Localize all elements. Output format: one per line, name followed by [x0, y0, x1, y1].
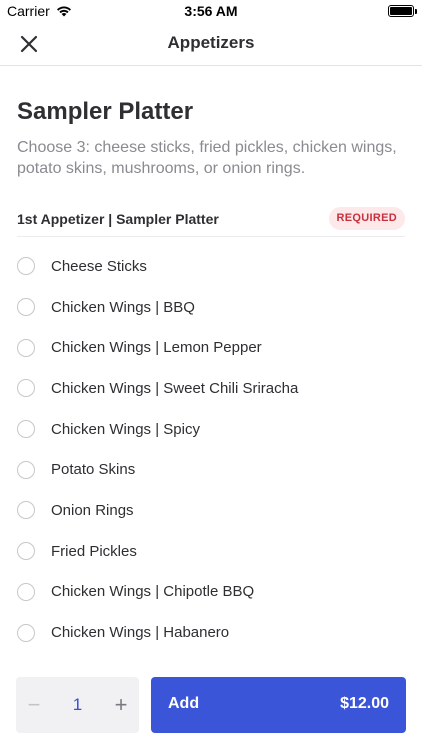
section-header: 1st Appetizer | Sampler Platter REQUIRED — [17, 203, 405, 237]
order-footer: − 1 + Add $12.00 — [0, 660, 422, 750]
option-label: Chicken Wings | Chipotle BBQ — [51, 583, 255, 601]
option-row[interactable]: Chicken Wings | BBQ — [17, 287, 405, 328]
option-label: Fried Pickles — [51, 542, 137, 560]
add-price: $12.00 — [340, 695, 389, 712]
option-row[interactable]: Onion Rings — [17, 490, 405, 531]
option-label: Chicken Wings | Lemon Pepper — [51, 339, 262, 357]
option-row[interactable]: Chicken Wings | Spicy — [17, 409, 405, 450]
status-time: 3:56 AM — [184, 3, 238, 19]
nav-bar: Appetizers — [0, 22, 422, 66]
required-badge: REQUIRED — [328, 207, 405, 230]
option-row[interactable]: Fried Pickles — [17, 531, 405, 572]
radio-button[interactable] — [17, 542, 35, 561]
section-title: 1st Appetizer | Sampler Platter — [17, 211, 219, 227]
radio-button[interactable] — [17, 379, 35, 398]
decrement-button[interactable]: − — [16, 677, 52, 733]
option-label: Onion Rings — [51, 501, 134, 519]
quantity-stepper: − 1 + — [16, 677, 139, 733]
battery-nub — [415, 9, 417, 14]
option-row[interactable]: Cheese Sticks — [17, 246, 405, 287]
radio-button[interactable] — [17, 623, 35, 642]
battery-icon — [388, 5, 417, 17]
radio-button[interactable] — [17, 582, 35, 601]
option-list: Cheese Sticks Chicken Wings | BBQ Chicke… — [17, 246, 405, 653]
radio-button[interactable] — [17, 460, 35, 479]
status-bar: Carrier 3:56 AM — [0, 0, 422, 22]
add-label: Add — [168, 695, 200, 712]
radio-button[interactable] — [17, 338, 35, 357]
option-label: Chicken Wings | Sweet Chili Sriracha — [51, 379, 299, 397]
option-label: Chicken Wings | Spicy — [51, 420, 200, 438]
option-row[interactable]: Potato Skins — [17, 449, 405, 490]
radio-button[interactable] — [17, 298, 35, 317]
option-label: Chicken Wings | Habanero — [51, 624, 230, 642]
item-description: Choose 3: cheese sticks, fried pickles, … — [17, 139, 397, 177]
quantity-value: 1 — [72, 695, 83, 714]
increment-button[interactable]: + — [103, 677, 139, 733]
nav-title: Appetizers — [167, 33, 255, 52]
battery-fill — [390, 7, 412, 15]
option-label: Chicken Wings | BBQ — [51, 298, 195, 316]
radio-button[interactable] — [17, 420, 35, 439]
option-row[interactable]: Chicken Wings | Sweet Chili Sriracha — [17, 368, 405, 409]
radio-button[interactable] — [17, 257, 35, 276]
add-to-order-button[interactable]: Add $12.00 — [151, 677, 406, 733]
option-row[interactable]: Chicken Wings | Habanero — [17, 612, 405, 653]
item-title: Sampler Platter — [17, 98, 194, 125]
option-label: Potato Skins — [51, 461, 136, 479]
option-row[interactable]: Chicken Wings | Chipotle BBQ — [17, 572, 405, 613]
radio-button[interactable] — [17, 501, 35, 520]
option-label: Cheese Sticks — [51, 257, 147, 275]
option-row[interactable]: Chicken Wings | Lemon Pepper — [17, 327, 405, 368]
